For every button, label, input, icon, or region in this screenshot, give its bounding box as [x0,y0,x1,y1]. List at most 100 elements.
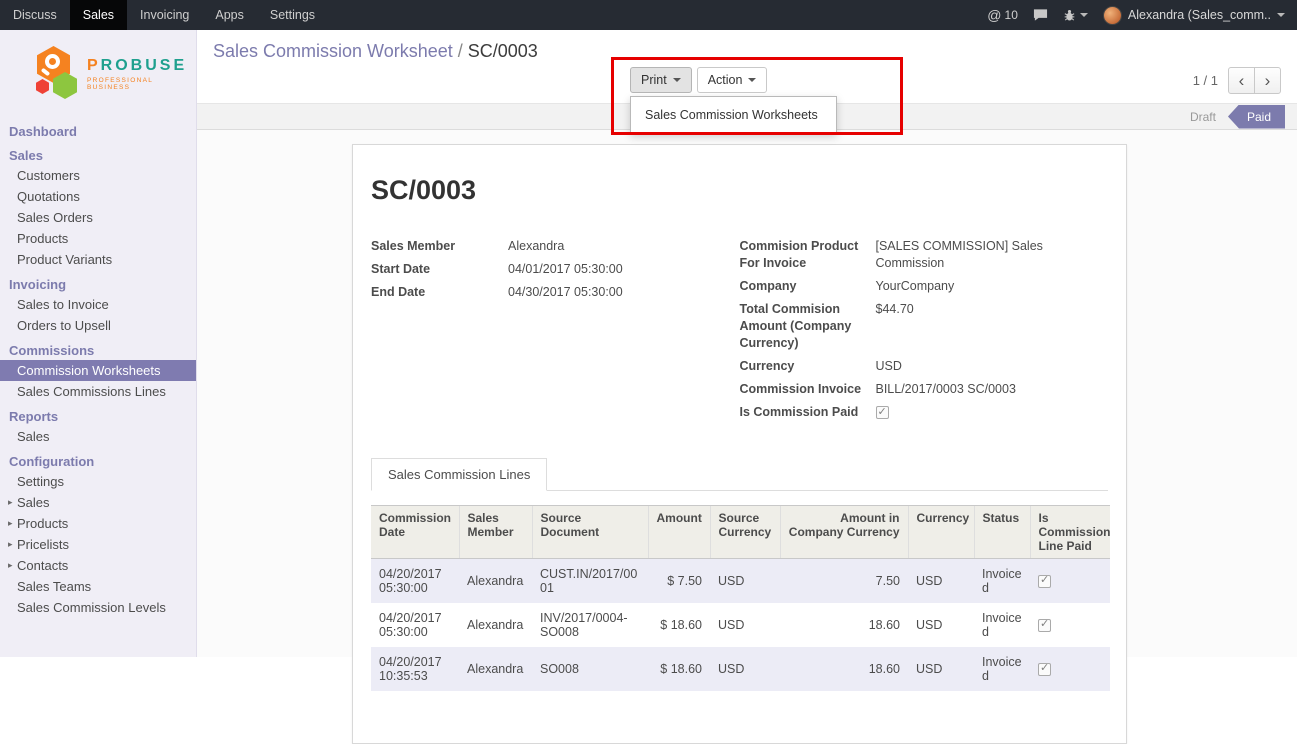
sidebar-item[interactable]: Sales Teams [0,576,196,597]
cell-date: 04/20/2017 10:35:53 [371,647,459,691]
column-header[interactable]: Is Commission Line Paid [1030,506,1110,559]
sidebar-item[interactable]: Sales to Invoice [0,294,196,315]
logo-hexagon-red [36,79,49,94]
form-field: Is Commission Paid [740,404,1109,421]
column-header[interactable]: Source Document [532,506,648,559]
cell-amount: $ 18.60 [648,603,710,647]
sidebar-heading[interactable]: Dashboard [0,122,196,141]
sidebar-item-label: Products [17,516,68,531]
sidebar-item-label: Orders to Upsell [17,318,111,333]
sidebar-item-label: Sales Orders [17,210,93,225]
nav-invoicing[interactable]: Invoicing [127,0,202,30]
tab-sales-commission-lines[interactable]: Sales Commission Lines [371,458,547,491]
field-label: Company [740,278,876,295]
sidebar-heading[interactable]: Commissions [0,341,196,360]
pager-next-button[interactable] [1254,67,1281,94]
nav-apps[interactable]: Apps [202,0,257,30]
sidebar: PROBUSE PROFESSIONAL BUSINESS DashboardS… [0,30,197,657]
cell-source: INV/2017/0004-SO008 [532,603,648,647]
sidebar-item-label: Invoicing [9,277,66,292]
sidebar-item[interactable]: Sales Orders [0,207,196,228]
sidebar-item-label: Product Variants [17,252,112,267]
field-label: Sales Member [371,238,508,255]
cell-source: CUST.IN/2017/0001 [532,559,648,604]
sidebar-item-label: Reports [9,409,58,424]
debug-icon[interactable] [1063,9,1088,22]
mention-counter[interactable]: @ 10 [987,7,1018,23]
column-header[interactable]: Amount [648,506,710,559]
messages-icon[interactable] [1033,8,1048,22]
sidebar-item[interactable]: Quotations [0,186,196,207]
breadcrumb-parent-link[interactable]: Sales Commission Worksheet [213,41,453,61]
cell-status: Invoiced [974,647,1030,691]
cell-amount: $ 7.50 [648,559,710,604]
menu-item-sales-commission-worksheets[interactable]: Sales Commission Worksheets [631,102,836,128]
status-paid-badge[interactable]: Paid [1228,105,1285,129]
cell-source_currency: USD [710,647,780,691]
column-header[interactable]: Status [974,506,1030,559]
field-value[interactable]: BILL/2017/0003 SC/0003 [876,381,1100,398]
cell-date: 04/20/2017 05:30:00 [371,603,459,647]
commission-line-row[interactable]: 04/20/2017 05:30:00AlexandraINV/2017/000… [371,603,1110,647]
sidebar-item[interactable]: ▸Products [0,513,196,534]
sidebar-item[interactable]: Orders to Upsell [0,315,196,336]
logo-title: PROBUSE [87,57,192,75]
cell-member: Alexandra [459,559,532,604]
column-header[interactable]: Sales Member [459,506,532,559]
sidebar-item-label: Products [17,231,68,246]
field-value[interactable]: Alexandra [508,238,708,255]
form-field: Commision Product For Invoice[SALES COMM… [740,238,1109,272]
user-name: Alexandra (Sales_comm.. [1128,8,1271,22]
cell-amount: $ 18.60 [648,647,710,691]
cell-currency: USD [908,559,974,604]
cell-status: Invoiced [974,559,1030,604]
sidebar-item-label: Customers [17,168,80,183]
pager-previous-button[interactable] [1228,67,1255,94]
nav-sales[interactable]: Sales [70,0,127,30]
sidebar-item-label: Pricelists [17,537,69,552]
sidebar-item[interactable]: Settings [0,471,196,492]
field-value[interactable]: [SALES COMMISSION] Sales Commission [876,238,1100,272]
nav-settings[interactable]: Settings [257,0,328,30]
commission-line-row[interactable]: 04/20/2017 10:35:53AlexandraSO008$ 18.60… [371,647,1110,691]
topbar-right: @ 10 Alexandra (Sales_comm.. [987,6,1297,25]
sidebar-item[interactable]: Products [0,228,196,249]
sidebar-item[interactable]: ▸Sales [0,492,196,513]
sidebar-item[interactable]: Product Variants [0,249,196,270]
sidebar-item[interactable]: Sales [0,426,196,447]
field-value[interactable]: USD [876,358,1100,375]
status-draft[interactable]: Draft [1190,110,1216,124]
sidebar-item[interactable]: Commission Worksheets [0,360,196,381]
field-value[interactable]: YourCompany [876,278,1100,295]
field-value: 04/30/2017 05:30:00 [508,284,708,301]
sidebar-heading[interactable]: Sales [0,146,196,165]
sidebar-item[interactable]: ▸Contacts [0,555,196,576]
pager: 1 / 1 [1193,67,1281,94]
commission-line-row[interactable]: 04/20/2017 05:30:00AlexandraCUST.IN/2017… [371,559,1110,604]
sidebar-item[interactable]: Sales Commission Levels [0,597,196,618]
print-button[interactable]: Print [630,67,692,93]
sidebar-menu: Dashboard Sales Customers Quotations Sales O… [0,120,196,618]
sidebar-heading[interactable]: Configuration [0,452,196,471]
at-icon: @ [987,7,1001,23]
column-header[interactable]: Currency [908,506,974,559]
sidebar-heading[interactable]: Invoicing [0,275,196,294]
app-menu: DiscussSalesInvoicingAppsSettings [0,0,328,30]
action-button[interactable]: Action [697,67,768,93]
lines-header-row: Commission DateSales MemberSource Docume… [371,506,1110,559]
sidebar-heading[interactable]: Reports [0,407,196,426]
sidebar-item[interactable]: Sales Commissions Lines [0,381,196,402]
user-menu[interactable]: Alexandra (Sales_comm.. [1103,6,1285,25]
sidebar-item-label: Quotations [17,189,80,204]
field-label: Commission Invoice [740,381,876,398]
is-commission-paid-checkbox[interactable] [876,406,889,419]
column-header[interactable]: Commission Date [371,506,459,559]
breadcrumb-current: SC/0003 [468,41,538,61]
column-header[interactable]: Amount in Company Currency [780,506,908,559]
user-avatar [1103,6,1122,25]
breadcrumb-separator: / [458,41,463,61]
sidebar-item[interactable]: Customers [0,165,196,186]
column-header[interactable]: Source Currency [710,506,780,559]
sidebar-item[interactable]: ▸Pricelists [0,534,196,555]
nav-discuss[interactable]: Discuss [0,0,70,30]
